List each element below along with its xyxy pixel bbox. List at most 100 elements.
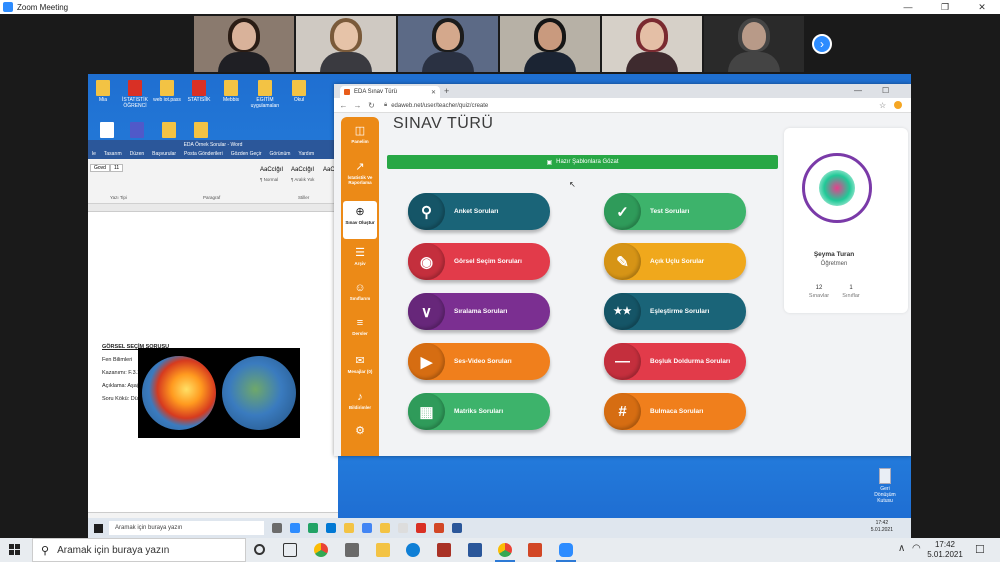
windows-start-icon[interactable]	[94, 523, 103, 533]
back-button[interactable]: ←	[339, 101, 348, 110]
word-icon[interactable]	[452, 523, 462, 533]
desktop-icon[interactable]	[122, 122, 152, 138]
sidebar-item-sinav-olustur[interactable]: ⊕ Sınav Oluştur	[343, 201, 377, 239]
task-view-icon[interactable]	[272, 523, 282, 533]
word-tab[interactable]: Görünüm	[270, 151, 291, 157]
participant-video[interactable]	[704, 16, 804, 72]
desktop-icon[interactable]	[92, 122, 122, 138]
wifi-icon[interactable]: ◠	[912, 543, 921, 554]
question-type-bosluk-doldurma[interactable]: — Boşluk Doldurma Soruları	[604, 343, 746, 380]
desktop-icon[interactable]	[154, 122, 184, 138]
notification-icon[interactable]: ☐	[975, 543, 985, 556]
question-type-bulmaca[interactable]: # Bulmaca Soruları	[604, 393, 746, 430]
participant-video[interactable]	[602, 16, 702, 72]
desktop-icon[interactable]: İSTATISTİK ÖĞRENCİ	[120, 80, 150, 109]
participant-video[interactable]	[398, 16, 498, 72]
desktop-icon[interactable]: Mebbis	[216, 80, 246, 103]
app-icon[interactable]	[437, 543, 451, 557]
font-size-select[interactable]: 11	[110, 164, 124, 172]
file-explorer-icon[interactable]	[376, 543, 390, 557]
participant-video[interactable]	[194, 16, 294, 72]
windows-start-icon[interactable]	[9, 544, 21, 556]
word-tab[interactable]: Gözden Geçir	[231, 151, 262, 157]
store-icon[interactable]	[345, 543, 359, 557]
participant-video[interactable]	[500, 16, 600, 72]
word-tab[interactable]: Tasarım	[104, 151, 122, 157]
minimize-button[interactable]: —	[890, 0, 926, 14]
powerpoint-icon[interactable]	[434, 523, 444, 533]
desktop-icon[interactable]: Mia	[88, 80, 118, 103]
cortana-icon[interactable]	[254, 544, 265, 555]
app-icon[interactable]	[380, 523, 390, 533]
shared-search-box[interactable]: Aramak için buraya yazın	[109, 521, 264, 535]
edge-icon[interactable]	[406, 543, 420, 557]
browser-minimize-button[interactable]: —	[854, 86, 862, 95]
browser-maximize-button[interactable]: ☐	[882, 86, 889, 95]
font-name-select[interactable]: Govd	[90, 164, 110, 172]
powerpoint-icon[interactable]	[528, 543, 542, 557]
taskbar-clock[interactable]: 17:42 5.01.2021	[925, 540, 965, 560]
style-normal[interactable]: AaCcIğıI	[260, 167, 283, 173]
desktop-icon[interactable]	[186, 122, 216, 138]
word-icon[interactable]	[468, 543, 482, 557]
excel-icon[interactable]	[308, 523, 318, 533]
tray-expand-icon[interactable]: ∧	[898, 543, 905, 554]
task-view-icon[interactable]	[283, 543, 297, 557]
word-tab[interactable]: le	[92, 151, 96, 157]
profile-avatar[interactable]	[894, 101, 902, 109]
sidebar-item-panelim[interactable]: ◫ Panelim	[341, 125, 379, 144]
desktop-icon[interactable]: STATISÎİK	[184, 80, 214, 103]
recycle-bin[interactable]: Geri Dönüşüm Kutusu	[870, 468, 900, 504]
url-input[interactable]: 🔒︎ edaweb.net/user/teacher/quiz/create	[384, 100, 834, 111]
bookmark-star-icon[interactable]: ☆	[879, 101, 886, 110]
next-participants-button[interactable]: ›	[812, 34, 832, 54]
close-button[interactable]: ✕	[964, 0, 1000, 14]
taskbar-search-box[interactable]: ⚲ Aramak için buraya yazın	[32, 538, 246, 562]
close-tab-icon[interactable]: ✕	[431, 89, 436, 96]
reload-button[interactable]: ↻	[367, 101, 376, 110]
word-tab[interactable]: Posta Gönderileri	[184, 151, 223, 157]
chrome-icon[interactable]	[362, 523, 372, 533]
question-type-siralama[interactable]: ∨ Sıralama Soruları	[408, 293, 550, 330]
question-type-test[interactable]: ✓ Test Soruları	[604, 193, 746, 230]
chrome-icon[interactable]	[314, 543, 328, 557]
word-tab[interactable]: Düzen	[130, 151, 144, 157]
question-type-matriks[interactable]: ▦ Matriks Soruları	[408, 393, 550, 430]
word-tab[interactable]: Başvurular	[152, 151, 176, 157]
forward-button[interactable]: →	[353, 101, 362, 110]
bell-icon: ♪	[357, 391, 363, 403]
word-tab[interactable]: Yardım	[298, 151, 314, 157]
sidebar-item-dersler[interactable]: ≡ Dersler	[341, 317, 379, 336]
sidebar-item-mesajlar[interactable]: ✉ Mesajlar (0)	[341, 355, 379, 374]
folder-icon[interactable]	[344, 523, 354, 533]
style-heading[interactable]: AaC	[323, 167, 335, 173]
pdf-icon[interactable]	[416, 523, 426, 533]
zoom-icon[interactable]	[290, 523, 300, 533]
question-type-anket[interactable]: ⚲ Anket Soruları	[408, 193, 550, 230]
sidebar-item-istatistik[interactable]: ↗ İstatistik Ve Raporlama	[341, 161, 379, 185]
browser-tab[interactable]: EDA Sınav Türü ✕	[340, 86, 440, 98]
question-type-eslestirme[interactable]: ★★ Eşleştirme Soruları	[604, 293, 746, 330]
desktop-icon[interactable]: EGITİM uygulamaları	[250, 80, 280, 109]
sidebar-item-bildirimler[interactable]: ♪ Bildirimler	[341, 391, 379, 410]
exams-stat[interactable]: 12 Sınavlar	[804, 285, 834, 299]
desktop-icon[interactable]: web iot.pass	[152, 80, 182, 103]
question-type-ses-video[interactable]: ▶ Ses-Video Soruları	[408, 343, 550, 380]
desktop-icon[interactable]: Okul	[284, 80, 314, 103]
classes-stat[interactable]: 1 Sınıflar	[836, 285, 866, 299]
new-tab-button[interactable]: +	[444, 86, 449, 96]
maximize-button[interactable]: ❐	[927, 0, 963, 14]
chrome-icon[interactable]	[495, 543, 515, 562]
question-type-acik-uclu[interactable]: ✎ Açık Uçlu Sorular	[604, 243, 746, 280]
browse-templates-button[interactable]: ▣ Hazır Şablonlara Gözat	[387, 155, 778, 169]
style-no-spacing[interactable]: AaCcIğıI	[291, 167, 314, 173]
mail-icon[interactable]	[326, 523, 336, 533]
sidebar-item-settings[interactable]: ⚙	[341, 425, 379, 437]
participant-video[interactable]	[296, 16, 396, 72]
question-type-gorsel-secim[interactable]: ◉ Görsel Seçim Soruları	[408, 243, 550, 280]
sidebar-item-siniflarim[interactable]: ☺ Sınıflarım	[341, 282, 379, 301]
zoom-icon[interactable]	[556, 543, 576, 562]
app-icon[interactable]	[398, 523, 408, 533]
document-icon	[162, 122, 176, 138]
sidebar-item-arsiv[interactable]: ☰ Arşiv	[341, 247, 379, 266]
